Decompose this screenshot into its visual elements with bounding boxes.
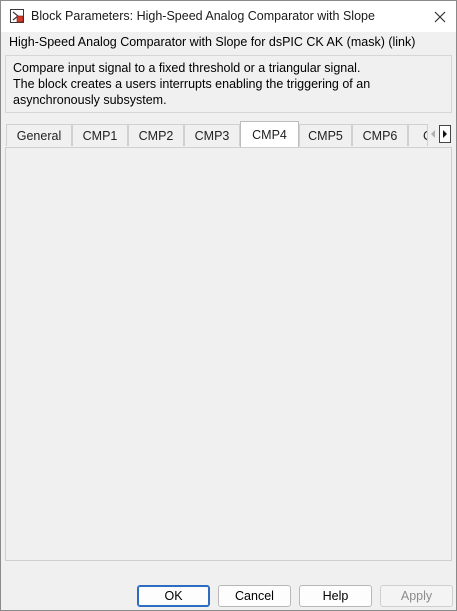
tab-scroll-right-button[interactable] xyxy=(439,125,451,143)
tab-scroll-left-button[interactable] xyxy=(427,125,439,143)
close-button[interactable] xyxy=(425,3,455,31)
help-button[interactable]: Help xyxy=(299,585,372,607)
description-line: Compare input signal to a fixed threshol… xyxy=(13,61,361,75)
tab-cmp3[interactable]: CMP3 xyxy=(184,124,240,146)
tab-scroll-left-icon xyxy=(431,130,435,138)
tab-truncated[interactable]: C xyxy=(408,124,428,146)
block-parameters-dialog: Block Parameters: High-Speed Analog Comp… xyxy=(0,0,457,611)
simulink-block-icon xyxy=(9,8,25,24)
title-bar[interactable]: Block Parameters: High-Speed Analog Comp… xyxy=(1,1,456,32)
tab-general[interactable]: General xyxy=(6,124,72,146)
apply-button[interactable]: Apply xyxy=(380,585,453,607)
tab-scroll-right-icon xyxy=(443,130,447,138)
mask-description: Compare input signal to a fixed threshol… xyxy=(5,55,452,113)
tab-cmp1[interactable]: CMP1 xyxy=(72,124,128,146)
mask-header: High-Speed Analog Comparator with Slope … xyxy=(9,35,416,49)
cancel-button[interactable]: Cancel xyxy=(218,585,291,607)
ok-button[interactable]: OK xyxy=(137,585,210,607)
description-line: asynchronously subsystem. xyxy=(13,93,167,107)
tab-cmp4[interactable]: CMP4 xyxy=(240,121,299,147)
tab-strip: General CMP1 CMP2 CMP3 CMP4 CMP5 CMP6 C xyxy=(5,121,453,147)
close-icon xyxy=(434,11,446,23)
tab-cmp2[interactable]: CMP2 xyxy=(128,124,184,146)
tab-cmp6[interactable]: CMP6 xyxy=(352,124,408,146)
tab-panel-cmp4 xyxy=(5,147,452,561)
tab-cmp5[interactable]: CMP5 xyxy=(299,124,352,146)
window-title: Block Parameters: High-Speed Analog Comp… xyxy=(31,9,375,23)
description-line: The block creates a users interrupts ena… xyxy=(13,77,371,91)
